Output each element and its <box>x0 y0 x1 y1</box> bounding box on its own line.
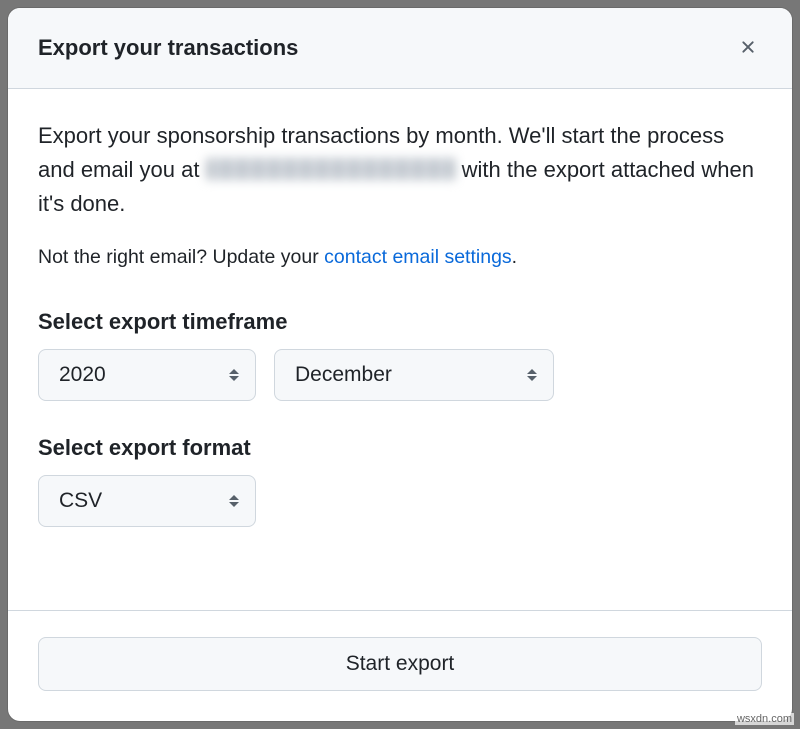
updown-icon <box>527 369 537 381</box>
timeframe-row: 2020 December <box>38 349 762 401</box>
helper-suffix: . <box>512 246 517 268</box>
helper-text: Not the right email? Update your contact… <box>38 243 762 272</box>
close-button[interactable] <box>734 34 762 62</box>
contact-email-settings-link[interactable]: contact email settings <box>324 246 512 268</box>
year-select[interactable]: 2020 <box>38 349 256 401</box>
modal-body: Export your sponsorship transactions by … <box>8 89 792 610</box>
start-export-button[interactable]: Start export <box>38 637 762 691</box>
helper-prefix: Not the right email? Update your <box>38 246 324 268</box>
modal-header: Export your transactions <box>8 8 792 89</box>
updown-icon <box>229 495 239 507</box>
format-select[interactable]: CSV <box>38 475 256 527</box>
month-select[interactable]: December <box>274 349 554 401</box>
close-icon <box>738 37 758 60</box>
updown-icon <box>229 369 239 381</box>
format-label: Select export format <box>38 435 762 461</box>
year-select-value: 2020 <box>59 363 106 387</box>
format-row: CSV <box>38 475 762 527</box>
redacted-email <box>206 158 456 180</box>
timeframe-label: Select export timeframe <box>38 309 762 335</box>
month-select-value: December <box>295 363 392 387</box>
modal-title: Export your transactions <box>38 35 298 61</box>
modal-footer: Start export <box>8 610 792 721</box>
export-transactions-modal: Export your transactions Export your spo… <box>8 8 792 721</box>
format-select-value: CSV <box>59 489 102 513</box>
intro-text: Export your sponsorship transactions by … <box>38 119 762 221</box>
